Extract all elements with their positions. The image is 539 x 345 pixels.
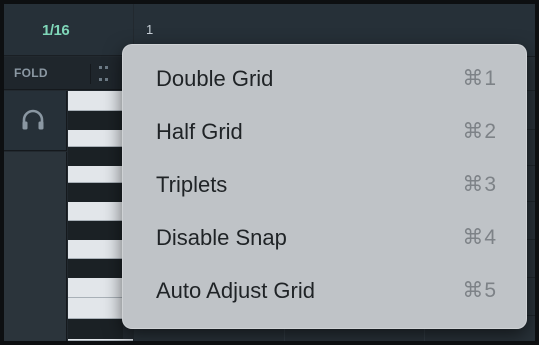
piano-key[interactable] xyxy=(68,147,123,166)
menu-item-label: Triplets xyxy=(156,172,228,197)
menu-item-label: Double Grid xyxy=(156,66,274,91)
audition-toggle[interactable] xyxy=(4,91,67,151)
menu-item-auto-adjust-grid[interactable]: Auto Adjust Grid ⌘5 xyxy=(128,264,521,317)
menu-item-label: Half Grid xyxy=(156,119,243,144)
expand-icon[interactable] xyxy=(90,64,114,84)
menu-item-triplets[interactable]: Triplets ⌘3 xyxy=(128,158,521,211)
piano-key[interactable] xyxy=(68,111,123,130)
grid-size-value: 1/16 xyxy=(42,22,70,39)
grid-size-selector[interactable]: 1/16 xyxy=(4,4,133,56)
fold-bar: FOLD xyxy=(4,57,133,90)
grid-context-menu: Double Grid ⌘1 Half Grid ⌘2 Triplets ⌘3 … xyxy=(122,44,527,329)
piano-roll-panel: 1/16 FOLD 1 Double Grid ⌘1 Half Grid ⌘2 … xyxy=(4,4,535,341)
menu-item-shortcut: ⌘3 xyxy=(462,173,497,196)
menu-item-double-grid[interactable]: Double Grid ⌘1 xyxy=(128,52,521,105)
piano-key[interactable] xyxy=(68,183,123,202)
menu-item-disable-snap[interactable]: Disable Snap ⌘4 xyxy=(128,211,521,264)
bar-marker: 1 xyxy=(146,22,154,37)
piano-key[interactable] xyxy=(68,221,123,240)
menu-item-shortcut: ⌘4 xyxy=(462,226,497,249)
menu-item-shortcut: ⌘1 xyxy=(462,67,497,90)
piano-roll-sidebar: 1/16 FOLD xyxy=(4,4,133,341)
menu-item-label: Auto Adjust Grid xyxy=(156,278,315,303)
track-strip xyxy=(4,152,67,341)
menu-item-label: Disable Snap xyxy=(156,225,287,250)
piano-key[interactable] xyxy=(68,339,133,341)
piano-key[interactable] xyxy=(68,319,123,339)
piano-key[interactable] xyxy=(68,259,123,278)
menu-item-shortcut: ⌘2 xyxy=(462,120,497,143)
menu-item-half-grid[interactable]: Half Grid ⌘2 xyxy=(128,105,521,158)
headphones-icon xyxy=(22,109,44,130)
menu-item-shortcut: ⌘5 xyxy=(462,279,497,302)
fold-button[interactable]: FOLD xyxy=(14,66,48,80)
